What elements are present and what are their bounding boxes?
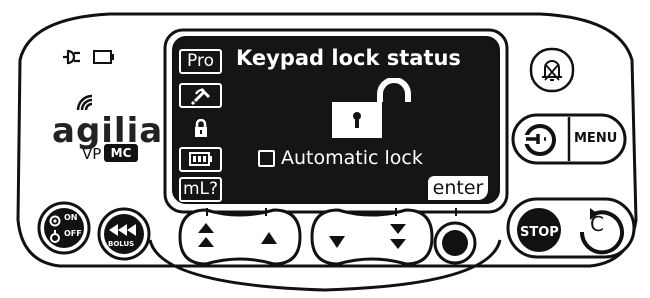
automatic-lock-checkbox[interactable]	[258, 149, 275, 167]
off-label: OFF	[64, 229, 82, 238]
battery-status-icon	[93, 50, 114, 64]
fast-increase-button[interactable]	[188, 220, 224, 256]
menu-button[interactable]: MENU	[574, 131, 617, 146]
automatic-lock-option[interactable]: Automatic lock	[258, 147, 423, 169]
on-label: ON	[64, 213, 78, 222]
tab-lock	[179, 116, 222, 141]
tab-battery	[179, 147, 222, 172]
battery-icon	[188, 152, 212, 166]
tab-volume: mL?	[179, 177, 222, 202]
screen-title: Keypad lock status	[236, 46, 461, 70]
model-prefix: VP	[82, 145, 102, 163]
decrease-button[interactable]	[322, 230, 352, 254]
power-button[interactable]	[36, 200, 92, 256]
model-badge: MC	[104, 144, 138, 162]
mains-plug-icon	[63, 49, 80, 65]
tab-pro: Pro	[179, 49, 222, 74]
increase-button[interactable]	[254, 228, 284, 252]
alarm-silence-button[interactable]	[528, 46, 576, 94]
syringe-icon	[190, 87, 210, 106]
enter-softkey-label: enter	[428, 176, 488, 200]
enter-button[interactable]	[432, 220, 478, 266]
clear-label: C	[590, 212, 604, 236]
bolus-button[interactable]	[96, 206, 152, 262]
wireless-icon	[76, 94, 93, 111]
unlocked-padlock-icon	[332, 78, 411, 138]
lock-icon	[194, 118, 207, 137]
pump-front-panel: agilia VP MC Pro mL? Keypad lock status …	[0, 0, 650, 298]
fast-decrease-button[interactable]	[380, 220, 416, 256]
bolus-label: BOLUS	[108, 240, 135, 248]
automatic-lock-label: Automatic lock	[281, 147, 423, 169]
syringe-menu-button[interactable]	[518, 118, 562, 162]
tab-syringe	[179, 83, 222, 108]
softkey-indicators	[206, 208, 457, 216]
stop-label: STOP	[520, 225, 559, 240]
